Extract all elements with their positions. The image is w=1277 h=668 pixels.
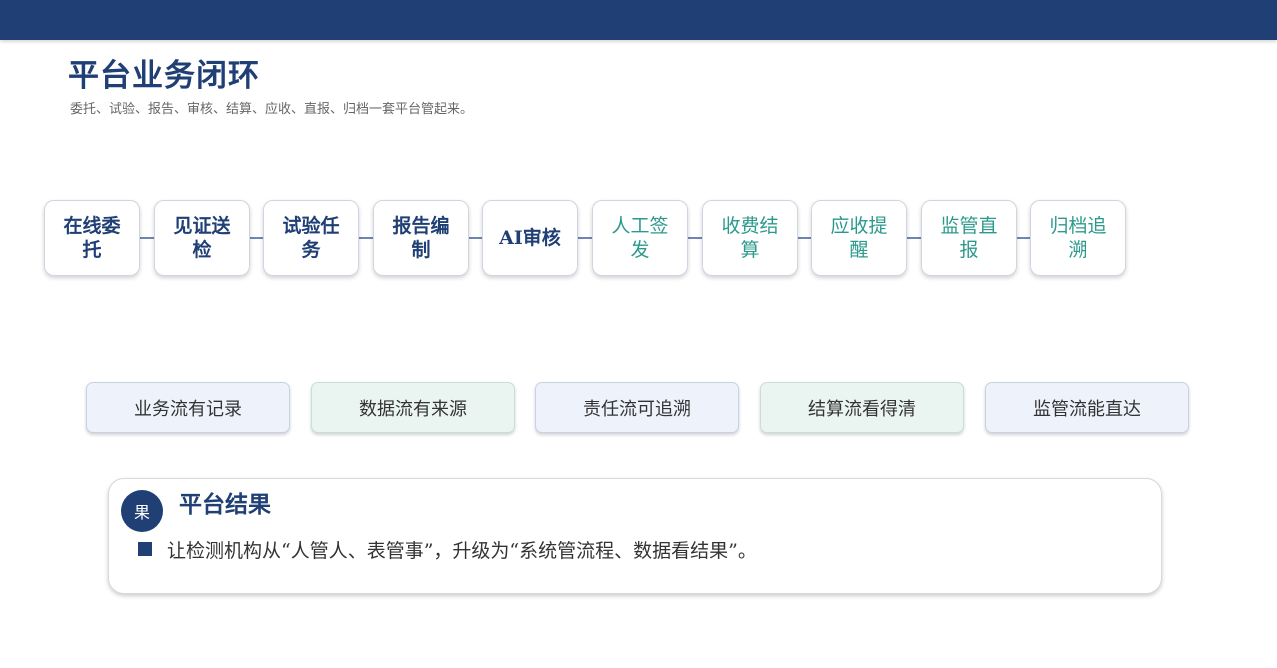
- top-banner: [0, 0, 1277, 40]
- tag-business-flow: 业务流有记录: [86, 382, 290, 433]
- flow-step-archive-trace: 归档追溯: [1030, 200, 1126, 276]
- flow-step-regulatory-report: 监管直报: [921, 200, 1017, 276]
- result-text: 让检测机构从“人管人、表管事”，升级为“系统管流程、数据看结果”。: [167, 540, 757, 562]
- tag-responsibility-flow: 责任流可追溯: [535, 382, 739, 433]
- tag-regulatory-flow: 监管流能直达: [985, 382, 1189, 433]
- result-title: 平台结果: [179, 491, 271, 518]
- page-subtitle: 委托、试验、报告、审核、结算、应收、直报、归档一套平台管起来。: [70, 102, 474, 117]
- flow-step-fee-settlement: 收费结算: [702, 200, 798, 276]
- square-bullet-icon: [138, 542, 152, 556]
- flow-step-receivable-reminder: 应收提醒: [811, 200, 907, 276]
- process-flow: 在线委托 见证送检 试验任务 报告编制 AI审核 人工签发 收费结算 应收提醒 …: [44, 200, 1128, 276]
- flow-step-ai-review: AI审核: [482, 200, 578, 276]
- flow-step-manual-signoff: 人工签发: [592, 200, 688, 276]
- tag-settlement-flow: 结算流看得清: [760, 382, 964, 433]
- flow-step-online-commission: 在线委托: [44, 200, 140, 276]
- flow-step-report-drafting: 报告编制: [373, 200, 469, 276]
- page-title: 平台业务闭环: [68, 58, 260, 94]
- result-card: 果 平台结果 让检测机构从“人管人、表管事”，升级为“系统管流程、数据看结果”。: [108, 478, 1162, 594]
- tag-data-flow: 数据流有来源: [311, 382, 515, 433]
- flow-step-witness-sampling: 见证送检: [154, 200, 250, 276]
- flow-step-test-task: 试验任务: [263, 200, 359, 276]
- result-badge: 果: [121, 490, 163, 532]
